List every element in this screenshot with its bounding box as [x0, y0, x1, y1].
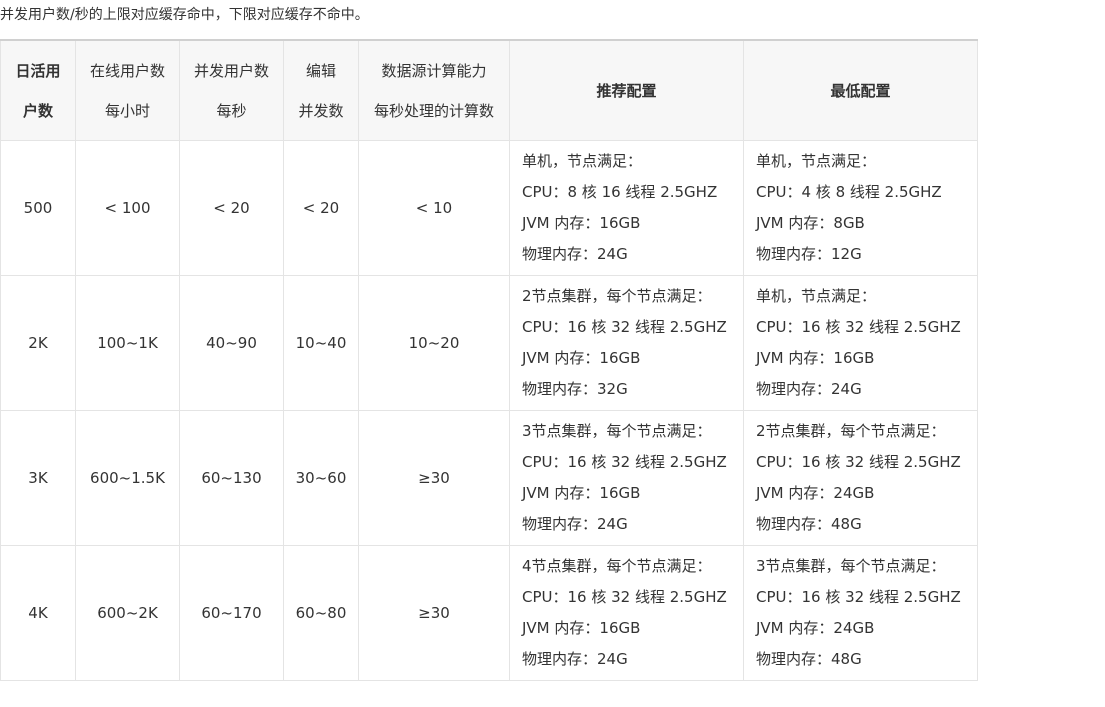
cell-recommended-config: 单机，节点满足： CPU：8 核 16 线程 2.5GHZ JVM 内存：16GB 物… — [509, 140, 744, 276]
config-line: JVM 内存：8GB — [756, 214, 865, 232]
table-row: 2K 100~1K 40~90 10~40 10~20 2节点集群，每个节点满足： CPU：… — [0, 275, 978, 411]
table-body: 500 < 100 < 20 < 20 < 10 单机，节点满足： CPU：8 核 16 线… — [0, 140, 978, 681]
config-line: JVM 内存：16GB — [522, 214, 641, 232]
header-minimum-config: 最低配置 — [743, 39, 978, 141]
cell-datasource-capacity: 10~20 — [358, 275, 510, 411]
config-line: CPU：16 核 32 线程 2.5GHZ — [522, 588, 727, 606]
cell-daily-users: 4K — [0, 545, 76, 681]
cell-online-per-hour: 600~2K — [75, 545, 180, 681]
cell-concurrent-per-sec: 40~90 — [179, 275, 284, 411]
config-line: JVM 内存：16GB — [756, 349, 875, 367]
cell-recommended-config: 3节点集群，每个节点满足： CPU：16 核 32 线程 2.5GHZ JVM 内存… — [509, 410, 744, 546]
config-line: 物理内存：24G — [522, 650, 628, 668]
config-line: CPU：16 核 32 线程 2.5GHZ — [522, 318, 727, 336]
cell-datasource-capacity: ≥30 — [358, 545, 510, 681]
config-line: 3节点集群，每个节点满足： — [756, 557, 946, 575]
header-datasource-capacity: 数据源计算能力 每秒处理的计算数 — [358, 39, 510, 141]
cell-daily-users: 500 — [0, 140, 76, 276]
config-line: CPU：16 核 32 线程 2.5GHZ — [756, 453, 961, 471]
cell-online-per-hour: < 100 — [75, 140, 180, 276]
config-line: CPU：16 核 32 线程 2.5GHZ — [756, 318, 961, 336]
config-line: JVM 内存：16GB — [522, 484, 641, 502]
cell-concurrent-per-sec: 60~170 — [179, 545, 284, 681]
config-line: JVM 内存：24GB — [756, 619, 875, 637]
cell-minimum-config: 3节点集群，每个节点满足： CPU：16 核 32 线程 2.5GHZ JVM 内存… — [743, 545, 978, 681]
config-table: 日活用 户数 在线用户数 每小时 并发用户数 每秒 编辑 并发数 数据源计算能力 每秒处理的计算数… — [0, 39, 978, 681]
table-row: 500 < 100 < 20 < 20 < 10 单机，节点满足： CPU：8 核 16 线… — [0, 140, 978, 276]
config-line: CPU：16 核 32 线程 2.5GHZ — [522, 453, 727, 471]
header-label-line: 并发用户数 — [193, 61, 269, 80]
header-label-line: 每小时 — [104, 101, 150, 120]
cell-minimum-config: 单机，节点满足： CPU：4 核 8 线程 2.5GHZ JVM 内存：8GB 物理内… — [743, 140, 978, 276]
cell-daily-users: 3K — [0, 410, 76, 546]
cell-edit-concurrency: 30~60 — [283, 410, 359, 546]
header-concurrent-per-sec: 并发用户数 每秒 — [179, 39, 284, 141]
config-line: 2节点集群，每个节点满足： — [522, 287, 712, 305]
config-line: 4节点集群，每个节点满足： — [522, 557, 712, 575]
config-line: 单机，节点满足： — [756, 152, 877, 170]
config-line: 物理内存：24G — [756, 380, 862, 398]
cell-recommended-config: 4节点集群，每个节点满足： CPU：16 核 32 线程 2.5GHZ JVM 内存… — [509, 545, 744, 681]
intro-note: 并发用户数/秒的上限对应缓存命中，下限对应缓存不命中。 — [0, 7, 369, 23]
header-label-line: 并发数 — [298, 101, 344, 120]
header-recommended-config: 推荐配置 — [509, 39, 744, 141]
config-line: 物理内存：24G — [522, 245, 628, 263]
config-line: 单机，节点满足： — [522, 152, 643, 170]
table-row: 3K 600~1.5K 60~130 30~60 ≥30 3节点集群，每个节点满足： CPU… — [0, 410, 978, 546]
config-line: CPU：4 核 8 线程 2.5GHZ — [756, 183, 942, 201]
header-label-line: 每秒处理的计算数 — [373, 101, 494, 120]
cell-minimum-config: 单机，节点满足： CPU：16 核 32 线程 2.5GHZ JVM 内存：16GB… — [743, 275, 978, 411]
cell-online-per-hour: 600~1.5K — [75, 410, 180, 546]
cell-concurrent-per-sec: < 20 — [179, 140, 284, 276]
config-line: 物理内存：12G — [756, 245, 862, 263]
header-edit-concurrency: 编辑 并发数 — [283, 39, 359, 141]
header-daily-users: 日活用 户数 — [0, 39, 76, 141]
cell-edit-concurrency: < 20 — [283, 140, 359, 276]
cell-datasource-capacity: < 10 — [358, 140, 510, 276]
table-row: 4K 600~2K 60~170 60~80 ≥30 4节点集群，每个节点满足： CPU：1… — [0, 545, 978, 681]
cell-edit-concurrency: 60~80 — [283, 545, 359, 681]
cell-edit-concurrency: 10~40 — [283, 275, 359, 411]
config-line: CPU：16 核 32 线程 2.5GHZ — [756, 588, 961, 606]
cell-datasource-capacity: ≥30 — [358, 410, 510, 546]
header-label-line: 推荐配置 — [596, 81, 657, 100]
config-line: CPU：8 核 16 线程 2.5GHZ — [522, 183, 718, 201]
cell-daily-users: 2K — [0, 275, 76, 411]
config-line: 3节点集群，每个节点满足： — [522, 422, 712, 440]
config-line: 2节点集群，每个节点满足： — [756, 422, 946, 440]
config-line: JVM 内存：16GB — [522, 619, 641, 637]
config-line: 物理内存：24G — [522, 515, 628, 533]
header-label-line: 最低配置 — [830, 81, 891, 100]
header-label-line: 户数 — [22, 101, 53, 120]
cell-recommended-config: 2节点集群，每个节点满足： CPU：16 核 32 线程 2.5GHZ JVM 内存… — [509, 275, 744, 411]
header-online-per-hour: 在线用户数 每小时 — [75, 39, 180, 141]
cell-online-per-hour: 100~1K — [75, 275, 180, 411]
config-line: JVM 内存：16GB — [522, 349, 641, 367]
header-label-line: 数据源计算能力 — [381, 61, 487, 80]
config-line: 物理内存：48G — [756, 650, 862, 668]
header-label-line: 每秒 — [216, 101, 247, 120]
config-line: 物理内存：32G — [522, 380, 628, 398]
header-label-line: 日活用 — [15, 61, 61, 80]
cell-minimum-config: 2节点集群，每个节点满足： CPU：16 核 32 线程 2.5GHZ JVM 内存… — [743, 410, 978, 546]
header-label-line: 在线用户数 — [89, 61, 165, 80]
config-line: 物理内存：48G — [756, 515, 862, 533]
table-header: 日活用 户数 在线用户数 每小时 并发用户数 每秒 编辑 并发数 数据源计算能力 每秒处理的计算数… — [0, 39, 978, 141]
header-label-line: 编辑 — [305, 61, 336, 80]
header-row: 日活用 户数 在线用户数 每小时 并发用户数 每秒 编辑 并发数 数据源计算能力 每秒处理的计算数… — [0, 39, 978, 141]
config-line: 单机，节点满足： — [756, 287, 877, 305]
config-line: JVM 内存：24GB — [756, 484, 875, 502]
cell-concurrent-per-sec: 60~130 — [179, 410, 284, 546]
